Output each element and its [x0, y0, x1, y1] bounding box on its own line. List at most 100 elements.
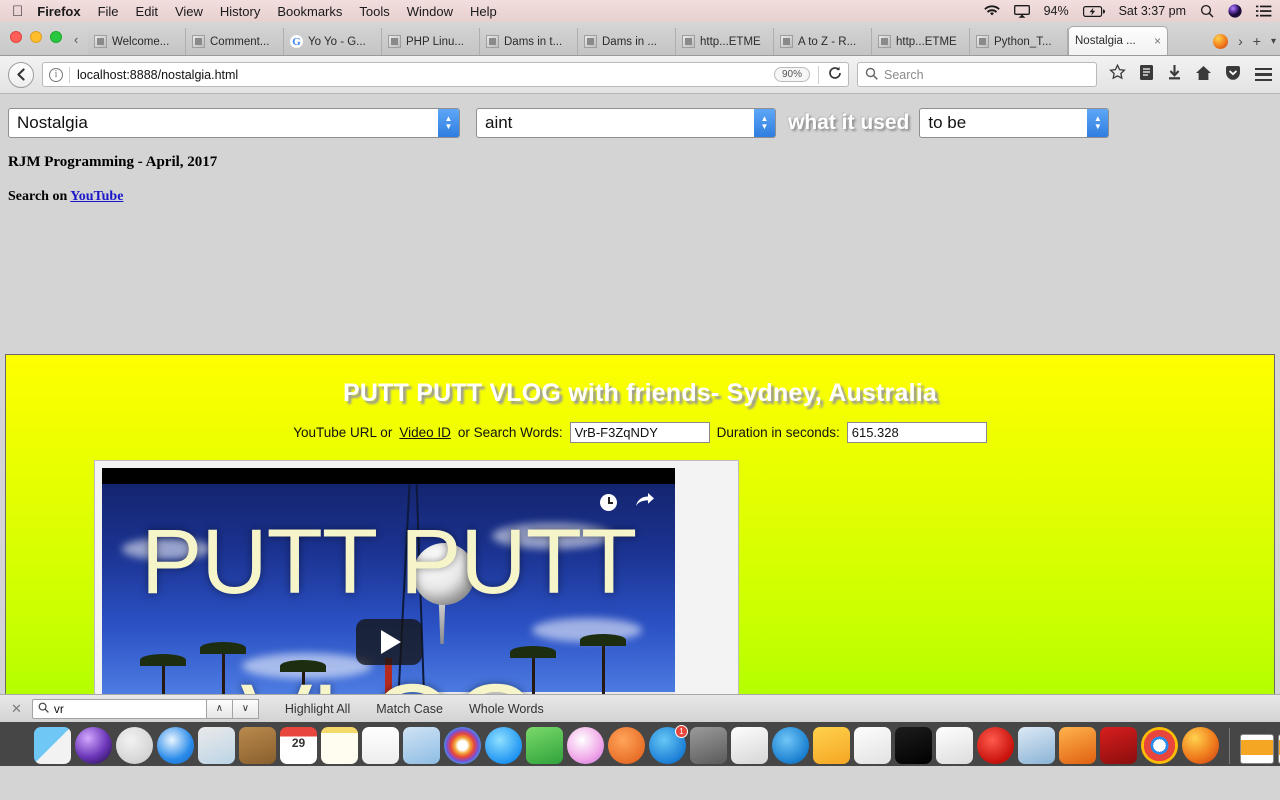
tab-4[interactable]: Dams in t... — [480, 28, 578, 55]
menu-item-tools[interactable]: Tools — [359, 4, 389, 19]
pocket-icon[interactable] — [1225, 65, 1241, 85]
dock-item-messages[interactable] — [485, 727, 522, 764]
topic-select[interactable]: Nostalgia ▲ ▼ — [8, 108, 460, 138]
maximize-window-button[interactable] — [50, 31, 62, 43]
dock-item-finder[interactable] — [34, 727, 71, 769]
url-bar[interactable]: i localhost:8888/nostalgia.html 90% — [42, 62, 849, 87]
menu-item-view[interactable]: View — [175, 4, 203, 19]
dock-item-itunes[interactable] — [567, 727, 604, 764]
menu-item-firefox[interactable]: Firefox — [37, 4, 80, 19]
tab-7[interactable]: A to Z - R... — [774, 28, 872, 55]
tab-2[interactable]: G Yo Yo - G... — [284, 28, 382, 55]
minimize-window-button[interactable] — [30, 31, 42, 43]
tab-5[interactable]: Dams in ... — [578, 28, 676, 55]
dock-item-image-capture[interactable] — [1018, 727, 1055, 769]
dock-item-contacts[interactable] — [239, 727, 276, 764]
dock-item-siri[interactable] — [75, 727, 112, 764]
tab-9[interactable]: Python_T... — [970, 28, 1068, 55]
battery-charging-icon[interactable] — [1082, 5, 1105, 17]
tab-6[interactable]: http...ETME — [676, 28, 774, 55]
site-info-icon[interactable]: i — [49, 67, 63, 82]
home-icon[interactable] — [1195, 65, 1212, 85]
dock-item-filezilla[interactable] — [1100, 727, 1137, 769]
dock-item-safari[interactable] — [157, 727, 194, 764]
downloads-icon[interactable] — [1167, 64, 1182, 85]
zoom-level-badge[interactable]: 90% — [773, 67, 810, 82]
new-tab-button[interactable]: + — [1253, 33, 1261, 49]
dock-item-xampp[interactable] — [1059, 727, 1096, 769]
back-button[interactable] — [8, 61, 34, 88]
dock-item-sequel-pro[interactable] — [936, 727, 973, 769]
search-bar[interactable]: Search — [857, 62, 1097, 87]
dock-item-chrome[interactable] — [1141, 727, 1178, 769]
tab-3[interactable]: PHP Linu... — [382, 28, 480, 55]
video-id-input[interactable] — [569, 422, 710, 443]
reload-button[interactable] — [818, 65, 842, 84]
tab-0[interactable]: Welcome... — [88, 28, 186, 55]
tab-scroll-back-button[interactable]: ‹ — [74, 32, 78, 47]
dock-item-terminal[interactable] — [895, 727, 932, 769]
tab-label: Python_T... — [994, 35, 1052, 48]
menu-item-help[interactable]: Help — [470, 4, 497, 19]
list-all-tabs-button[interactable]: ▾ — [1271, 36, 1276, 47]
palm-frond — [510, 646, 556, 658]
menu-bar-clock[interactable]: Sat 3:37 pm — [1119, 4, 1186, 18]
dock-item-photos-stamp[interactable] — [198, 727, 235, 764]
share-arrow-icon[interactable] — [635, 492, 655, 513]
apple-menu-icon[interactable]:  — [12, 4, 23, 19]
menu-item-bookmarks[interactable]: Bookmarks — [277, 4, 342, 19]
reader-list-icon[interactable] — [1139, 64, 1154, 85]
tab-active[interactable]: Nostalgia ... × — [1068, 26, 1168, 55]
dock-item-notes[interactable] — [321, 727, 358, 764]
dock-minimized-window[interactable] — [1240, 734, 1274, 764]
find-next-button[interactable]: ∨ — [232, 698, 259, 719]
dock-item-photos[interactable] — [444, 727, 481, 764]
dock-item-system-preferences-mail[interactable] — [403, 727, 440, 764]
duration-input[interactable] — [846, 422, 987, 443]
dock-item-snapshot[interactable] — [731, 727, 768, 769]
menu-item-window[interactable]: Window — [407, 4, 453, 19]
youtube-play-button[interactable] — [355, 619, 422, 665]
find-previous-button[interactable]: ∧ — [206, 698, 233, 719]
dock-item-opera[interactable] — [977, 727, 1014, 769]
dock-item-app-store[interactable]: 1 — [649, 725, 688, 764]
menu-item-history[interactable]: History — [220, 4, 260, 19]
video-id-link[interactable]: Video ID — [399, 425, 451, 440]
bookmark-star-icon[interactable] — [1109, 63, 1126, 85]
menu-item-edit[interactable]: Edit — [136, 4, 158, 19]
verb-select[interactable]: aint ▲ ▼ — [476, 108, 776, 138]
wifi-icon[interactable] — [983, 5, 1000, 17]
search-icon[interactable] — [1200, 4, 1214, 18]
youtube-link[interactable]: YouTube — [70, 189, 123, 204]
close-find-bar-button[interactable]: ✕ — [6, 701, 32, 717]
find-input[interactable]: vr — [31, 698, 207, 719]
tab-scroll-forward-button[interactable]: › — [1238, 33, 1243, 49]
tab-1[interactable]: Comment... — [186, 28, 284, 55]
menu-icon[interactable] — [1255, 67, 1272, 82]
match-case-button[interactable]: Match Case — [376, 702, 443, 716]
tab-8[interactable]: http...ETME — [872, 28, 970, 55]
tail-select[interactable]: to be ▲ ▼ — [919, 108, 1110, 138]
dock-item-wolfram[interactable] — [813, 727, 850, 769]
notification-center-icon[interactable] — [1256, 5, 1272, 17]
dock-item-ibooks[interactable] — [608, 727, 645, 764]
highlight-all-button[interactable]: Highlight All — [285, 702, 350, 716]
dock-item-firefox[interactable] — [1182, 727, 1219, 769]
dock-item-facetime[interactable] — [526, 727, 563, 764]
airplay-icon[interactable] — [1013, 4, 1030, 18]
firefox-tab-icon[interactable] — [1213, 33, 1229, 49]
video-thumbnail[interactable]: PUTT PUTT VLOG — [102, 468, 675, 694]
whole-words-button[interactable]: Whole Words — [469, 702, 544, 716]
running-indicator — [911, 765, 916, 769]
menu-item-file[interactable]: File — [98, 4, 119, 19]
dock-item-system-preferences[interactable] — [690, 727, 727, 769]
dock-item-launchpad[interactable] — [116, 727, 153, 764]
close-tab-icon[interactable]: × — [1154, 34, 1161, 48]
close-window-button[interactable] — [10, 31, 22, 43]
dock-item-quicktime[interactable] — [772, 727, 809, 764]
dock-item-reminders[interactable] — [362, 727, 399, 764]
dock-item-calendar[interactable]: 29 — [280, 727, 317, 764]
siri-icon[interactable] — [1228, 4, 1242, 18]
dock-item-preview[interactable] — [854, 727, 891, 769]
clock-icon[interactable] — [600, 494, 617, 511]
